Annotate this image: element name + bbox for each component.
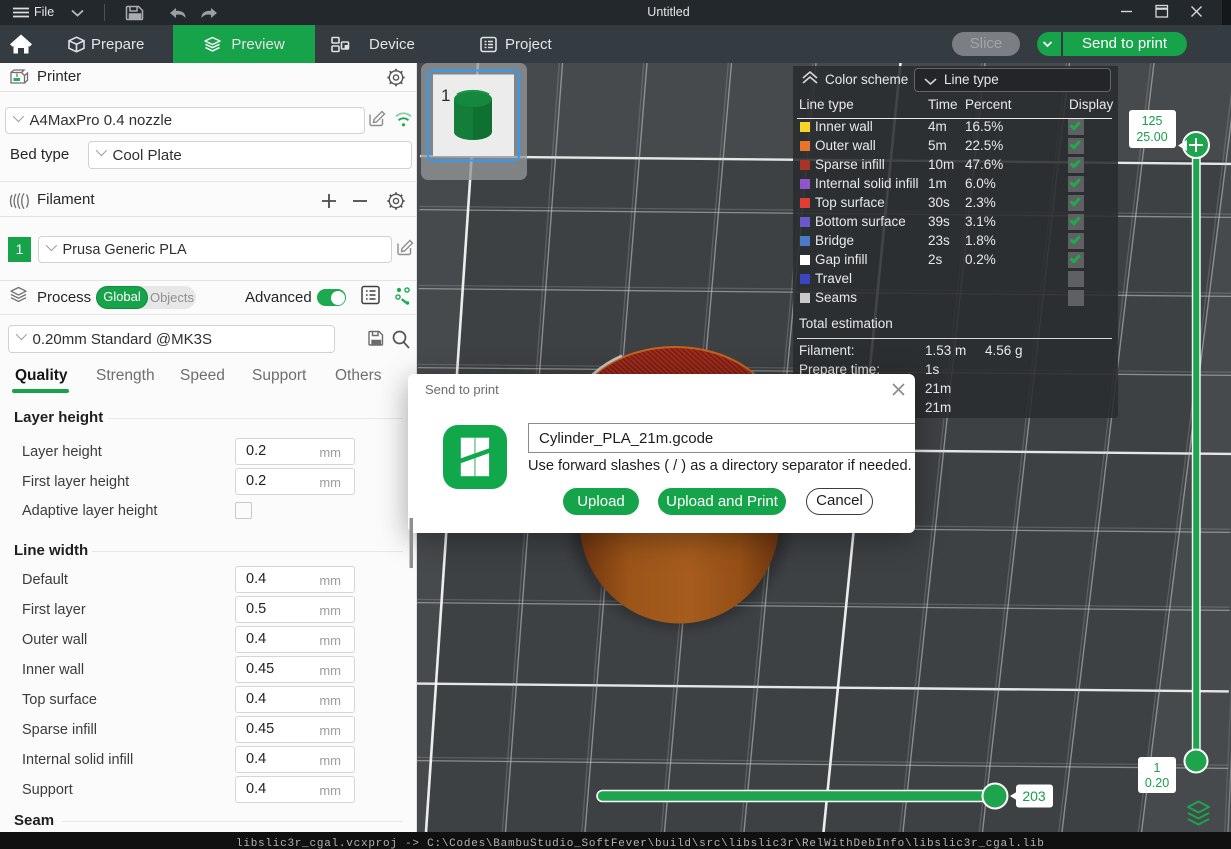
svg-text:25.00: 25.00 xyxy=(1136,130,1167,144)
svg-text:0.20: 0.20 xyxy=(1145,776,1169,790)
svg-text:1: 1 xyxy=(1154,761,1161,775)
svg-text:203: 203 xyxy=(1022,788,1046,804)
svg-text:1: 1 xyxy=(441,86,450,105)
svg-text:125: 125 xyxy=(1142,114,1163,128)
